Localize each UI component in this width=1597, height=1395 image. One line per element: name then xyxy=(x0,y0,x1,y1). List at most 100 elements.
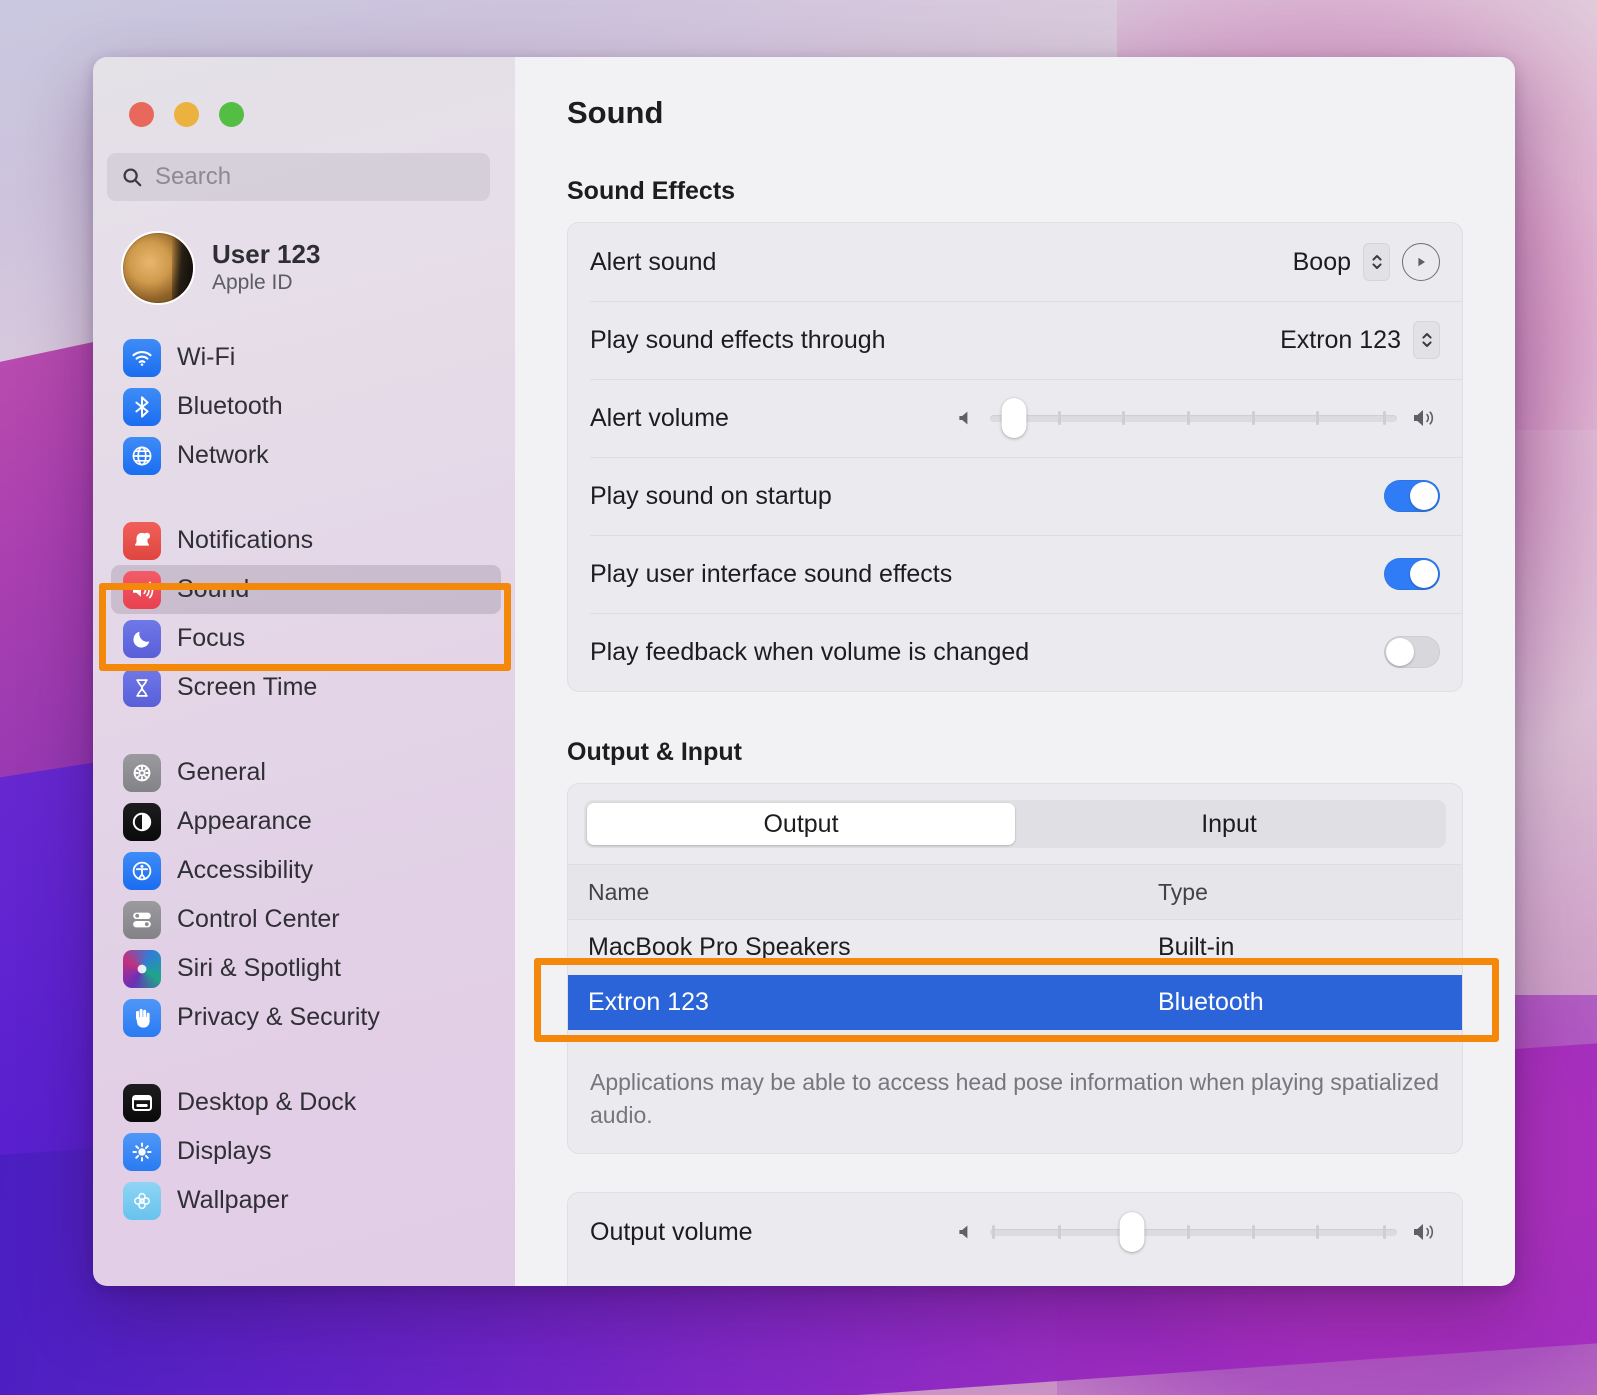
alert-sound-stepper[interactable] xyxy=(1363,243,1390,281)
device-table-header: Name Type xyxy=(568,864,1462,920)
toggle-label: Play feedback when volume is changed xyxy=(590,638,1029,667)
output-volume-track[interactable] xyxy=(990,1215,1397,1249)
focus-icon xyxy=(123,620,161,658)
sidebar-item-label: Focus xyxy=(177,624,245,653)
tab-input[interactable]: Input xyxy=(1015,803,1443,845)
play-feedback-volume-toggle[interactable] xyxy=(1384,636,1440,668)
wallpaper-icon xyxy=(123,1182,161,1220)
gear-icon xyxy=(123,754,161,792)
play-feedback-volume-row: Play feedback when volume is changed xyxy=(568,613,1462,691)
slider-tick xyxy=(1122,411,1125,425)
sidebar-item-general[interactable]: General xyxy=(111,748,501,797)
account-name: User 123 xyxy=(212,240,320,270)
sidebar-item-label: Siri & Spotlight xyxy=(177,954,341,983)
search-input[interactable] xyxy=(155,163,476,191)
slider-tick xyxy=(1187,1225,1190,1239)
sidebar-item-bluetooth[interactable]: Bluetooth xyxy=(111,382,501,431)
page-title: Sound xyxy=(567,95,1463,131)
sidebar-item-label: Wi-Fi xyxy=(177,343,235,372)
device-row-macbook-pro-speakers[interactable]: MacBook Pro Speakers Built-in xyxy=(568,920,1462,975)
play-sound-effects-through-row: Play sound effects through Extron 123 xyxy=(568,301,1462,379)
speaker-low-icon xyxy=(955,1221,977,1243)
table-spacer xyxy=(568,1030,1462,1052)
sidebar: User 123 Apple ID Wi-Fi xyxy=(93,57,515,1286)
play-ui-sound-effects-toggle[interactable] xyxy=(1384,558,1440,590)
screen-time-icon xyxy=(123,669,161,707)
sidebar-item-desktop-dock[interactable]: Desktop & Dock xyxy=(111,1078,501,1127)
sidebar-item-notifications[interactable]: Notifications xyxy=(111,516,501,565)
network-icon xyxy=(123,437,161,475)
sidebar-item-siri-spotlight[interactable]: Siri & Spotlight xyxy=(111,944,501,993)
slider-tick xyxy=(1058,411,1061,425)
play-through-label: Play sound effects through xyxy=(590,326,886,355)
account-subtitle: Apple ID xyxy=(212,270,320,295)
sidebar-item-accessibility[interactable]: Accessibility xyxy=(111,846,501,895)
sidebar-item-focus[interactable]: Focus xyxy=(111,614,501,663)
desktop-dock-icon xyxy=(123,1084,161,1122)
sidebar-item-privacy-security[interactable]: Privacy & Security xyxy=(111,993,501,1042)
play-alert-sound-button[interactable] xyxy=(1402,243,1440,281)
sidebar-item-label: General xyxy=(177,758,266,787)
accessibility-icon xyxy=(123,852,161,890)
play-sound-on-startup-toggle[interactable] xyxy=(1384,480,1440,512)
device-name: Extron 123 xyxy=(588,988,1158,1017)
appearance-icon xyxy=(123,803,161,841)
sidebar-item-wallpaper[interactable]: Wallpaper xyxy=(111,1176,501,1225)
account-row[interactable]: User 123 Apple ID xyxy=(111,225,515,311)
mute-row: Mute xyxy=(568,1271,1462,1286)
alert-volume-slider[interactable] xyxy=(955,401,1440,435)
slider-tick xyxy=(1187,411,1190,425)
close-button[interactable] xyxy=(129,102,154,127)
sidebar-item-label: Screen Time xyxy=(177,673,317,702)
slider-tick xyxy=(1383,411,1386,425)
sidebar-item-control-center[interactable]: Control Center xyxy=(111,895,501,944)
device-row-extron-123[interactable]: Extron 123 Bluetooth xyxy=(568,975,1462,1030)
section-title-output-input: Output & Input xyxy=(567,738,1463,767)
minimize-button[interactable] xyxy=(174,102,199,127)
sidebar-item-label: Accessibility xyxy=(177,856,313,885)
output-volume-label: Output volume xyxy=(590,1218,753,1247)
wifi-icon xyxy=(123,339,161,377)
play-through-value: Extron 123 xyxy=(1280,326,1401,355)
sidebar-item-label: Notifications xyxy=(177,526,313,555)
sidebar-group-preferences: General Appearance xyxy=(93,748,515,1042)
sidebar-item-appearance[interactable]: Appearance xyxy=(111,797,501,846)
play-ui-sound-effects-row: Play user interface sound effects xyxy=(568,535,1462,613)
control-center-icon xyxy=(123,901,161,939)
play-sound-on-startup-row: Play sound on startup xyxy=(568,457,1462,535)
notifications-icon xyxy=(123,522,161,560)
alert-volume-knob[interactable] xyxy=(1002,398,1027,438)
alert-volume-track[interactable] xyxy=(990,401,1397,435)
zoom-button[interactable] xyxy=(219,102,244,127)
device-type: Bluetooth xyxy=(1158,988,1442,1017)
speaker-high-icon xyxy=(1410,406,1440,430)
alert-sound-value: Boop xyxy=(1293,248,1351,277)
device-type: Built-in xyxy=(1158,933,1442,962)
output-volume-slider[interactable] xyxy=(955,1215,1440,1249)
output-volume-card: Output volume xyxy=(567,1192,1463,1286)
sidebar-item-wi-fi[interactable]: Wi-Fi xyxy=(111,333,501,382)
slider-track xyxy=(990,415,1397,422)
desktop-wallpaper: User 123 Apple ID Wi-Fi xyxy=(0,0,1597,1395)
slider-tick xyxy=(1316,411,1319,425)
sidebar-item-label: Privacy & Security xyxy=(177,1003,380,1032)
chevron-up-down-icon xyxy=(1370,251,1384,273)
tab-output[interactable]: Output xyxy=(587,803,1015,845)
search-field[interactable] xyxy=(107,153,490,201)
sound-icon xyxy=(123,571,161,609)
play-through-stepper[interactable] xyxy=(1413,321,1440,359)
output-volume-knob[interactable] xyxy=(1120,1212,1145,1252)
speaker-low-icon xyxy=(955,407,977,429)
sidebar-item-screen-time[interactable]: Screen Time xyxy=(111,663,501,712)
sidebar-item-network[interactable]: Network xyxy=(111,431,501,480)
output-input-segmented-control[interactable]: Output Input xyxy=(584,800,1446,848)
bluetooth-icon xyxy=(123,388,161,426)
column-header-name: Name xyxy=(588,879,1158,906)
sidebar-group-network: Wi-Fi Bluetooth xyxy=(93,333,515,480)
alert-volume-row: Alert volume xyxy=(568,379,1462,457)
slider-tick xyxy=(1058,1225,1061,1239)
sidebar-group-system: Notifications Sound xyxy=(93,516,515,712)
play-icon xyxy=(1414,255,1428,269)
sidebar-item-sound[interactable]: Sound xyxy=(111,565,501,614)
sidebar-item-displays[interactable]: Displays xyxy=(111,1127,501,1176)
